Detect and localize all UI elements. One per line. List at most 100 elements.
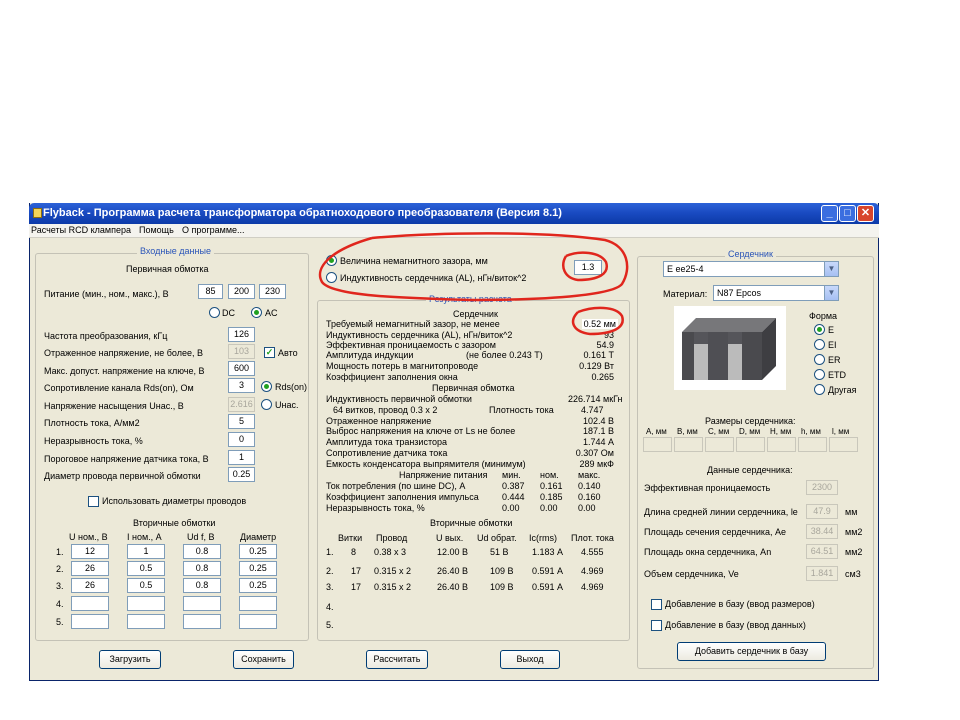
use-diameters-checkbox[interactable] <box>88 496 99 507</box>
al-radio[interactable] <box>326 272 337 283</box>
sec-i-input[interactable]: 0.5 <box>127 578 165 593</box>
al-label: Индуктивность сердечника (AL), нГн/виток… <box>340 273 527 283</box>
gap-radio[interactable] <box>326 255 337 266</box>
dim-input[interactable] <box>736 437 765 452</box>
reflected-voltage-input[interactable]: 103 <box>228 344 255 359</box>
sec-diam-input[interactable] <box>239 596 277 611</box>
rds-radio[interactable] <box>261 381 272 392</box>
dim-input[interactable] <box>674 437 703 452</box>
supply-min-input[interactable]: 85 <box>198 284 223 299</box>
continuity-input[interactable]: 0 <box>228 432 255 447</box>
res-sec-header-uout: U вых. <box>436 533 464 543</box>
sec-u-input[interactable]: 26 <box>71 561 109 576</box>
sec-i-input[interactable] <box>127 596 165 611</box>
menu-about[interactable]: О программе... <box>182 225 245 235</box>
sec-u-input[interactable]: 12 <box>71 544 109 559</box>
usat-radio[interactable] <box>261 399 272 410</box>
sec-ud-input[interactable]: 0.8 <box>183 578 221 593</box>
menu-help[interactable]: Помощь <box>139 225 174 235</box>
core-data-input[interactable]: 2300 <box>806 480 838 495</box>
maximize-button[interactable]: □ <box>839 205 856 222</box>
material-select[interactable]: N87 Epcos ▼ <box>713 285 839 301</box>
shape-radio-ei[interactable] <box>814 339 825 350</box>
usat-radio-label: Uнас. <box>275 400 299 410</box>
sec-diam-input[interactable]: 0.25 <box>239 544 277 559</box>
dim-input[interactable] <box>798 437 827 452</box>
gap-label: Величина немагнитного зазора, мм <box>340 256 488 266</box>
shape-radio-e[interactable] <box>814 324 825 335</box>
primary-turns-text: 64 витков, провод 0.3 x 2 <box>333 405 438 415</box>
sec-header-i: I ном., А <box>127 532 162 542</box>
current-density-label: Плотность тока, А/мм2 <box>44 418 140 428</box>
exit-button[interactable]: Выход <box>500 650 560 669</box>
res-sec-j: 4.555 <box>581 547 604 557</box>
res-sec-wire: 0.315 x 2 <box>374 566 412 576</box>
sec-i-input[interactable]: 0.5 <box>127 561 165 576</box>
shape-radio-label: ETD <box>828 370 846 380</box>
sec-diam-input[interactable]: 0.25 <box>239 578 277 593</box>
sec-ud-input[interactable]: 0.8 <box>183 561 221 576</box>
res-sec-j: 4.969 <box>581 566 604 576</box>
add-dims-checkbox[interactable] <box>651 599 662 610</box>
core-data-input[interactable]: 38.44 <box>806 524 838 539</box>
gap-value-input[interactable]: 1.3 <box>574 260 602 275</box>
rds-input[interactable]: 3 <box>228 378 255 393</box>
primary-wire-diameter-input[interactable]: 0.25 <box>228 467 255 482</box>
sec-diam-input[interactable] <box>239 614 277 629</box>
shape-radio-etd[interactable] <box>814 369 825 380</box>
save-button[interactable]: Сохранить <box>233 650 294 669</box>
core-data-unit: мм2 <box>845 527 863 537</box>
usat-input[interactable]: 2.616 <box>228 397 255 412</box>
calculate-button[interactable]: Рассчитать <box>366 650 428 669</box>
max-switch-voltage-input[interactable]: 600 <box>228 361 255 376</box>
sec-ud-input[interactable] <box>183 614 221 629</box>
core-result-note: (не более 0.243 Т) <box>466 350 543 360</box>
primary-wire-diameter-label: Диаметр провода первичной обмотки <box>44 471 201 481</box>
sec-u-input[interactable]: 26 <box>71 578 109 593</box>
core-data-input[interactable]: 47.9 <box>806 504 838 519</box>
dim-input[interactable] <box>767 437 796 452</box>
use-diameters-label: Использовать диаметры проводов <box>102 496 247 506</box>
continuity-label: Неразрывность тока, % <box>44 436 143 446</box>
add-data-checkbox[interactable] <box>651 620 662 631</box>
freq-input[interactable]: 126 <box>228 327 255 342</box>
primary-inductance-label: Индуктивность первичной обмотки <box>326 394 472 404</box>
core-data-input[interactable]: 64.51 <box>806 544 838 559</box>
sec-diam-input[interactable]: 0.25 <box>239 561 277 576</box>
res-sec-wire: 0.315 x 2 <box>374 582 412 592</box>
sense-threshold-input[interactable]: 1 <box>228 450 255 465</box>
supply-max-input[interactable]: 230 <box>259 284 286 299</box>
dim-input[interactable] <box>829 437 858 452</box>
supply-header-label: Напряжение питания <box>399 470 488 480</box>
sec-row-number: 2. <box>56 564 64 574</box>
core-data-input[interactable]: 1.841 <box>806 566 838 581</box>
core-select[interactable]: E ee25-4 ▼ <box>663 261 839 277</box>
ac-radio[interactable] <box>251 307 262 318</box>
sec-i-input[interactable] <box>127 614 165 629</box>
current-density-input[interactable]: 5 <box>228 414 255 429</box>
close-button[interactable]: ✕ <box>857 205 874 222</box>
shape-radio-label: ER <box>828 355 841 365</box>
core-result-value: 0.129 Вт <box>579 361 614 371</box>
supply-nom-input[interactable]: 200 <box>228 284 255 299</box>
res-sec-uout: 12.00 В <box>437 547 469 557</box>
results-core-title: Сердечник <box>453 309 498 319</box>
minimize-button[interactable]: _ <box>821 205 838 222</box>
auto-checkbox[interactable]: ✓ <box>264 347 275 358</box>
shape-radio-er[interactable] <box>814 354 825 365</box>
sec-ud-input[interactable] <box>183 596 221 611</box>
sec-u-input[interactable] <box>71 596 109 611</box>
sec-header-diam: Диаметр <box>240 532 277 542</box>
load-button[interactable]: Загрузить <box>99 650 161 669</box>
dim-input[interactable] <box>705 437 734 452</box>
sec-i-input[interactable]: 1 <box>127 544 165 559</box>
sec-u-input[interactable] <box>71 614 109 629</box>
menu-rcd-clamper[interactable]: Расчеты RCD клампера <box>31 225 131 235</box>
sec-ud-input[interactable]: 0.8 <box>183 544 221 559</box>
res-sec-number: 4. <box>326 602 334 612</box>
dc-radio[interactable] <box>209 307 220 318</box>
shape-radio-другая[interactable] <box>814 384 825 395</box>
add-core-button[interactable]: Добавить сердечник в базу <box>677 642 826 661</box>
dim-input[interactable] <box>643 437 672 452</box>
material-label: Материал: <box>663 289 708 299</box>
